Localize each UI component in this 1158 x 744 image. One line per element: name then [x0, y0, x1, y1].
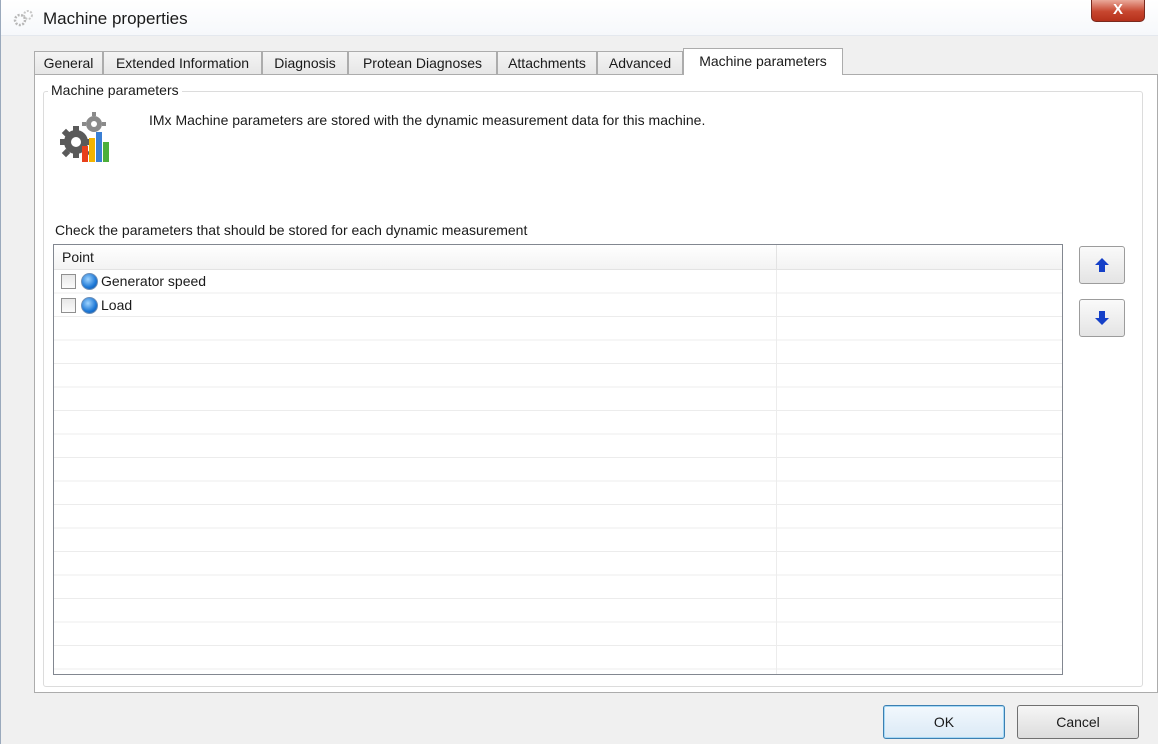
arrow-up-icon — [1095, 258, 1109, 272]
move-up-button[interactable] — [1079, 246, 1125, 284]
blue-point-icon — [81, 296, 98, 314]
list-item[interactable]: Load — [54, 294, 776, 317]
column-header-point[interactable]: Point — [54, 245, 777, 270]
machine-gears-icon — [13, 10, 33, 27]
tab-extended-information[interactable]: Extended Information — [103, 51, 262, 75]
checkbox[interactable] — [61, 297, 76, 313]
window-title: Machine properties — [43, 9, 188, 28]
tab-diagnosis[interactable]: Diagnosis — [262, 51, 348, 75]
machine-parameters-group: Machine parameters IMx Machine parameter… — [43, 82, 1143, 687]
tab-machine-parameters[interactable]: Machine parameters — [683, 48, 843, 75]
parameters-list[interactable]: Point Generator speed Load — [53, 244, 1063, 675]
machine-properties-window: Machine properties X General Extended In… — [0, 0, 1158, 744]
list-body: Generator speed Load — [54, 270, 1062, 674]
close-icon: X — [1112, 1, 1123, 18]
group-description: IMx Machine parameters are stored with t… — [149, 112, 706, 128]
list-item-label: Load — [101, 296, 133, 313]
list-header: Point — [54, 245, 1062, 270]
tab-attachments[interactable]: Attachments — [497, 51, 597, 75]
checkbox[interactable] — [61, 274, 76, 289]
column-header-blank[interactable] — [777, 245, 1061, 270]
move-down-button[interactable] — [1079, 299, 1125, 337]
title-bar[interactable]: Machine properties X — [1, 0, 1158, 36]
list-item[interactable]: Generator speed — [54, 270, 776, 293]
cancel-button[interactable]: Cancel — [1017, 705, 1139, 739]
group-legend: Machine parameters — [48, 82, 182, 98]
arrow-down-icon — [1095, 311, 1109, 325]
close-button[interactable]: X — [1091, 0, 1145, 22]
ok-button[interactable]: OK — [883, 705, 1005, 739]
blue-point-icon — [81, 273, 98, 290]
tab-strip: General Extended Information Diagnosis P… — [34, 48, 1134, 75]
tab-panel: Machine parameters IMx Machine parameter… — [34, 74, 1158, 693]
tab-protean-diagnoses[interactable]: Protean Diagnoses — [348, 51, 497, 75]
tab-general[interactable]: General — [34, 51, 103, 75]
list-instruction: Check the parameters that should be stor… — [55, 222, 528, 238]
tab-advanced[interactable]: Advanced — [597, 51, 683, 75]
list-item-label: Generator speed — [101, 273, 207, 289]
gears-chart-icon — [60, 112, 109, 162]
